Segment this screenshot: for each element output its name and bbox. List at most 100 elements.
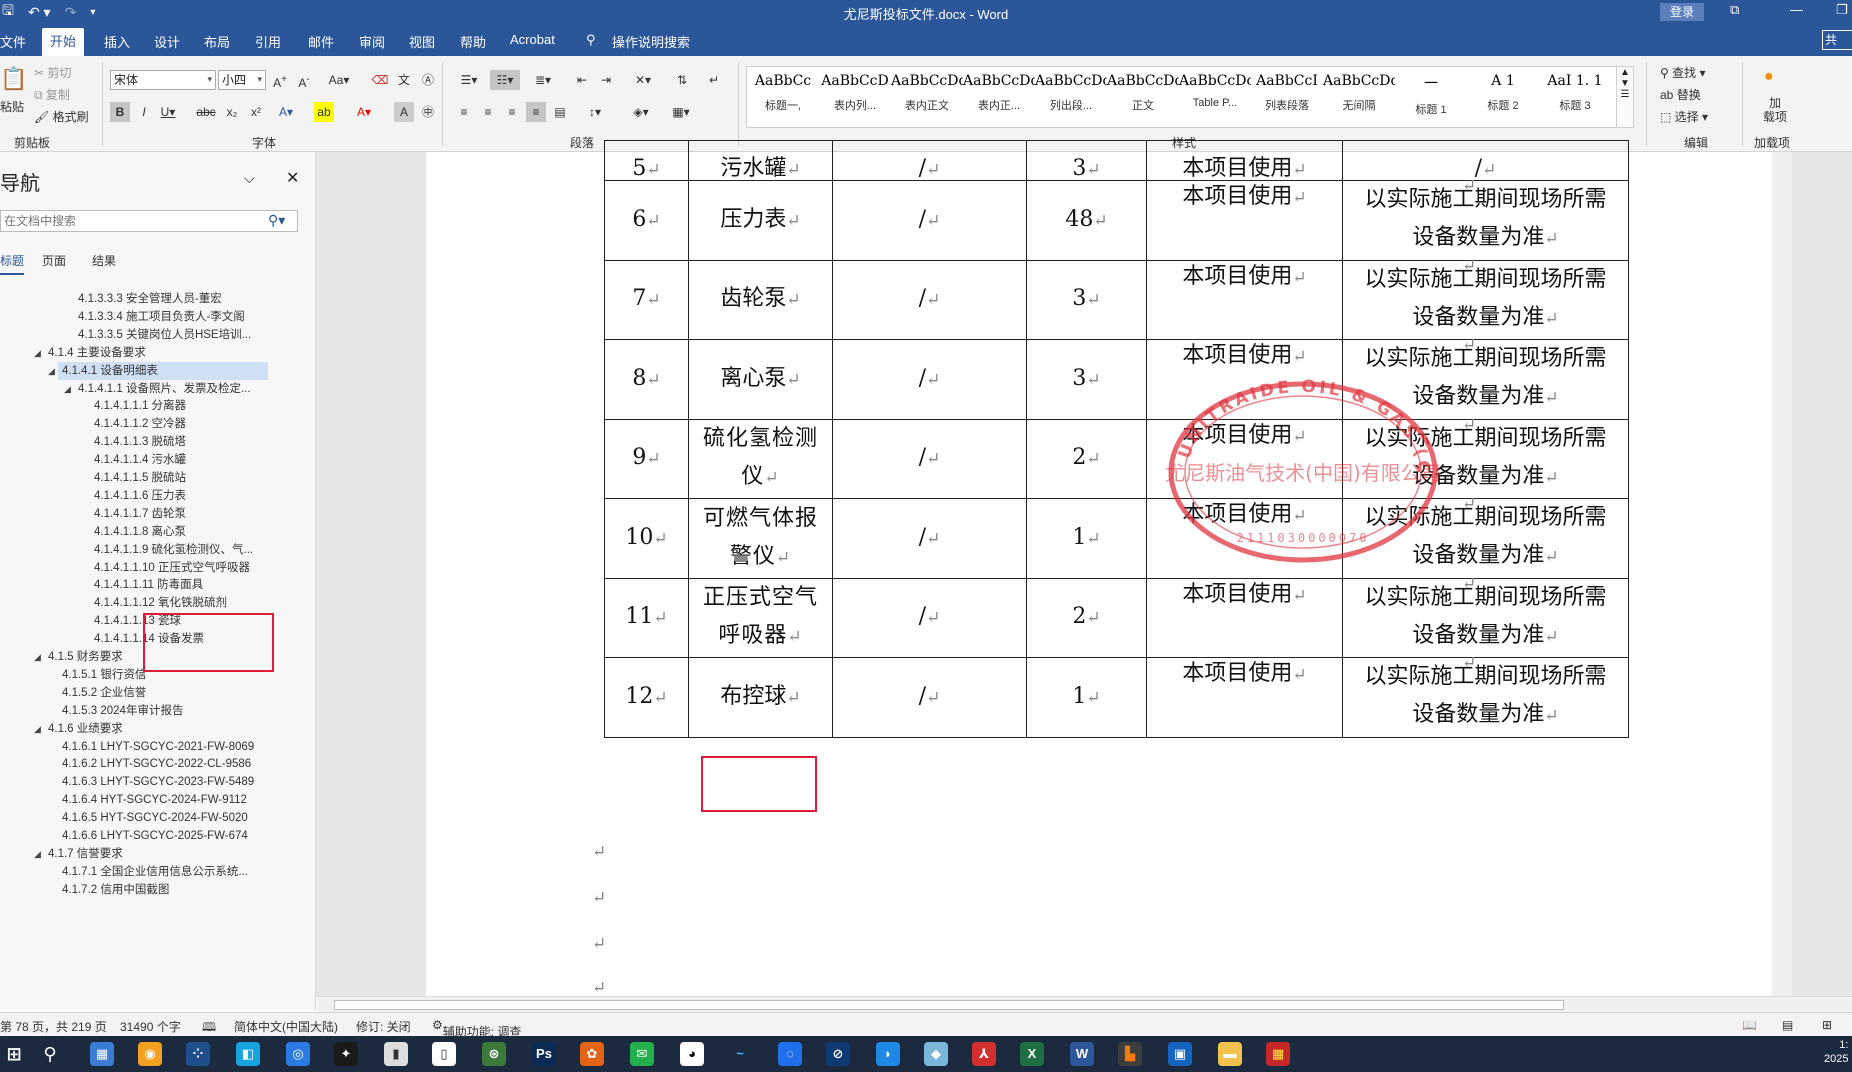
app-icon[interactable]: ⊘	[826, 1042, 850, 1066]
table-cell-spec[interactable]: /↵	[832, 577, 1027, 658]
scroll-thumb[interactable]	[334, 1000, 1564, 1010]
vertical-scrollbar[interactable]	[1772, 152, 1792, 998]
accessibility-status[interactable]: ⚙ 辅助功能: 调查	[432, 1018, 521, 1039]
table-cell-spec[interactable]: /↵	[832, 180, 1027, 261]
edge-icon[interactable]: ◗	[876, 1042, 900, 1066]
nav-heading-item[interactable]: 4.1.4 主要设备要求	[48, 344, 146, 362]
font-size-select[interactable]: 小四 ▾	[218, 70, 266, 90]
table-cell-spec[interactable]: /↵	[832, 339, 1027, 420]
table-cell-qty[interactable]: 2↵	[1026, 418, 1147, 499]
app-icon[interactable]: ◧	[236, 1042, 260, 1066]
table-cell-note[interactable]: 以实际施工期间现场所需设备数量为准↵	[1342, 577, 1629, 658]
search-icon[interactable]: ⚲	[38, 1042, 62, 1066]
nav-heading-item[interactable]: 4.1.4.1.1.6 压力表	[94, 487, 186, 505]
nav-heading-item[interactable]: 4.1.6.6 LHYT-SGCYC-2025-FW-674	[62, 827, 248, 845]
print-layout-icon[interactable]: ▤	[1782, 1018, 1793, 1032]
close-icon[interactable]: ✕	[286, 168, 299, 188]
chinese-layout-icon[interactable]: ✕▾	[628, 70, 658, 90]
windows-start-icon[interactable]: ⊞	[2, 1042, 26, 1066]
tab-file[interactable]: 文件	[0, 32, 26, 51]
page-count[interactable]: 第 78 页，共 219 页	[0, 1018, 107, 1035]
tab-help[interactable]: 帮助	[460, 32, 486, 51]
clear-format-icon[interactable]: ⌫	[370, 70, 390, 90]
table-cell-qty[interactable]: 1↵	[1026, 498, 1147, 579]
line-spacing-icon[interactable]: ↕▾	[580, 102, 610, 122]
style-item[interactable]: AaBbCcDdI 表内正文	[891, 67, 963, 127]
phonetic-guide-icon[interactable]: 文	[394, 70, 414, 90]
nav-heading-item[interactable]: 4.1.4.1.1.10 正压式空气呼吸器	[94, 559, 250, 577]
nav-heading-item[interactable]: 4.1.4.1.1.3 脱硫塔	[94, 433, 186, 451]
nav-heading-item[interactable]: 4.1.6.1 LHYT-SGCYC-2021-FW-8069	[62, 738, 254, 756]
table-cell-use[interactable]: 本项目使用↵	[1146, 657, 1343, 738]
expand-toggle-icon[interactable]: ◢	[34, 849, 41, 860]
bold-icon[interactable]: B	[110, 102, 130, 122]
nav-heading-item[interactable]: 4.1.4.1.1 设备照片、发票及检定...	[78, 380, 251, 398]
tab-review[interactable]: 审阅	[359, 32, 385, 51]
tab-insert[interactable]: 插入	[104, 32, 130, 51]
read-mode-icon[interactable]: 📖	[1742, 1018, 1757, 1032]
tab-acrobat[interactable]: Acrobat	[510, 32, 555, 47]
app-icon[interactable]: ✦	[334, 1042, 358, 1066]
change-case-icon[interactable]: Aa▾	[324, 70, 354, 90]
table-cell-qty[interactable]: 2↵	[1026, 577, 1147, 658]
addin-icon[interactable]: ●	[1764, 68, 1774, 86]
style-item[interactable]: AaBbCcDdI 表内正...	[963, 67, 1035, 127]
app-icon[interactable]: ◆	[924, 1042, 948, 1066]
table-cell-no[interactable]: 9↵	[604, 418, 689, 499]
app-icon[interactable]: ✿	[580, 1042, 604, 1066]
nav-heading-item[interactable]: 4.1.6.4 HYT-SGCYC-2024-FW-9112	[62, 791, 247, 809]
bullets-icon[interactable]: ☰▾	[454, 70, 484, 90]
app-icon[interactable]: ◌	[778, 1042, 802, 1066]
copy-button[interactable]: ⧉ 复制	[34, 86, 70, 103]
align-left-icon[interactable]: ≡	[454, 102, 474, 122]
nav-heading-item[interactable]: 4.1.3.3.5 关键岗位人员HSE培训...	[78, 326, 251, 344]
web-layout-icon[interactable]: ⊞	[1822, 1018, 1832, 1032]
wechat-icon[interactable]: ✉	[630, 1042, 654, 1066]
table-cell-no[interactable]: 12↵	[604, 657, 689, 738]
table-cell-spec[interactable]: /↵	[832, 259, 1027, 340]
table-cell-use[interactable]: 本项目使用↵	[1146, 418, 1343, 499]
table-cell-use[interactable]: 本项目使用↵	[1146, 180, 1343, 261]
taskbar-clock[interactable]: 1: 2025	[1824, 1038, 1848, 1066]
app-icon[interactable]: ~	[728, 1042, 752, 1066]
nav-heading-item[interactable]: 4.1.4.1.1.12 氧化铁脱硫剂	[94, 594, 227, 612]
nav-heading-item[interactable]: 4.1.6.3 LHYT-SGCYC-2023-FW-5489	[62, 773, 254, 791]
nav-heading-item[interactable]: 4.1.4.1.1.8 离心泵	[94, 523, 186, 541]
style-item[interactable]: A 1 标题 2	[1467, 67, 1539, 127]
show-marks-icon[interactable]: ↵	[704, 70, 724, 90]
nav-heading-item[interactable]: 4.1.6 业绩要求	[48, 720, 123, 738]
table-cell-no[interactable]: 8↵	[604, 339, 689, 420]
increase-indent-icon[interactable]: ⇥	[596, 70, 616, 90]
search-icon[interactable]: ⚲▾	[268, 212, 285, 229]
style-item[interactable]: AaBbCcDdI 正文	[1107, 67, 1179, 127]
decrease-indent-icon[interactable]: ⇤	[572, 70, 592, 90]
nav-heading-item[interactable]: 4.1.6.2 LHYT-SGCYC-2022-CL-9586	[62, 755, 251, 773]
style-item[interactable]: AaBbCcDdI 无间隔	[1323, 67, 1395, 127]
char-shading-icon[interactable]: A	[394, 102, 414, 122]
word-icon[interactable]: W	[1070, 1042, 1094, 1066]
minimize-icon[interactable]: —	[1790, 2, 1803, 17]
table-cell-use[interactable]: 本项目使用↵	[1146, 577, 1343, 658]
tab-mailings[interactable]: 邮件	[308, 32, 334, 51]
style-item[interactable]: AaBbCcD 表内列...	[819, 67, 891, 127]
table-cell-note[interactable]: 以实际施工期间现场所需设备数量为准↵	[1342, 259, 1629, 340]
tab-references[interactable]: 引用	[255, 32, 281, 51]
acrobat-icon[interactable]: ⅄	[972, 1042, 996, 1066]
font-name-select[interactable]: 宋体 ▾	[110, 70, 216, 90]
chevron-down-icon[interactable]: ⌵	[244, 170, 255, 187]
nav-search-input[interactable]: 在文档中搜索	[0, 210, 298, 232]
table-cell-spec[interactable]: /↵	[832, 498, 1027, 579]
table-cell-spec[interactable]: /↵	[832, 140, 1027, 181]
sort-icon[interactable]: ⇅	[672, 70, 692, 90]
table-cell-note[interactable]: 以实际施工期间现场所需设备数量为准↵	[1342, 657, 1629, 738]
app-icon[interactable]: ▮	[384, 1042, 408, 1066]
style-item[interactable]: AaBbCcDc Table P...	[1179, 67, 1251, 127]
table-cell-qty[interactable]: 48↵	[1026, 180, 1147, 261]
language-status[interactable]: 简体中文(中国大陆)	[234, 1018, 338, 1035]
app-icon[interactable]: ▣	[1168, 1042, 1192, 1066]
align-center-icon[interactable]: ≡	[478, 102, 498, 122]
underline-icon[interactable]: U▾	[158, 102, 178, 122]
table-cell-name[interactable]: 正压式空气呼吸器↵	[688, 577, 833, 658]
browser-icon[interactable]: ◉	[138, 1042, 162, 1066]
calculator-icon[interactable]: ▦	[90, 1042, 114, 1066]
